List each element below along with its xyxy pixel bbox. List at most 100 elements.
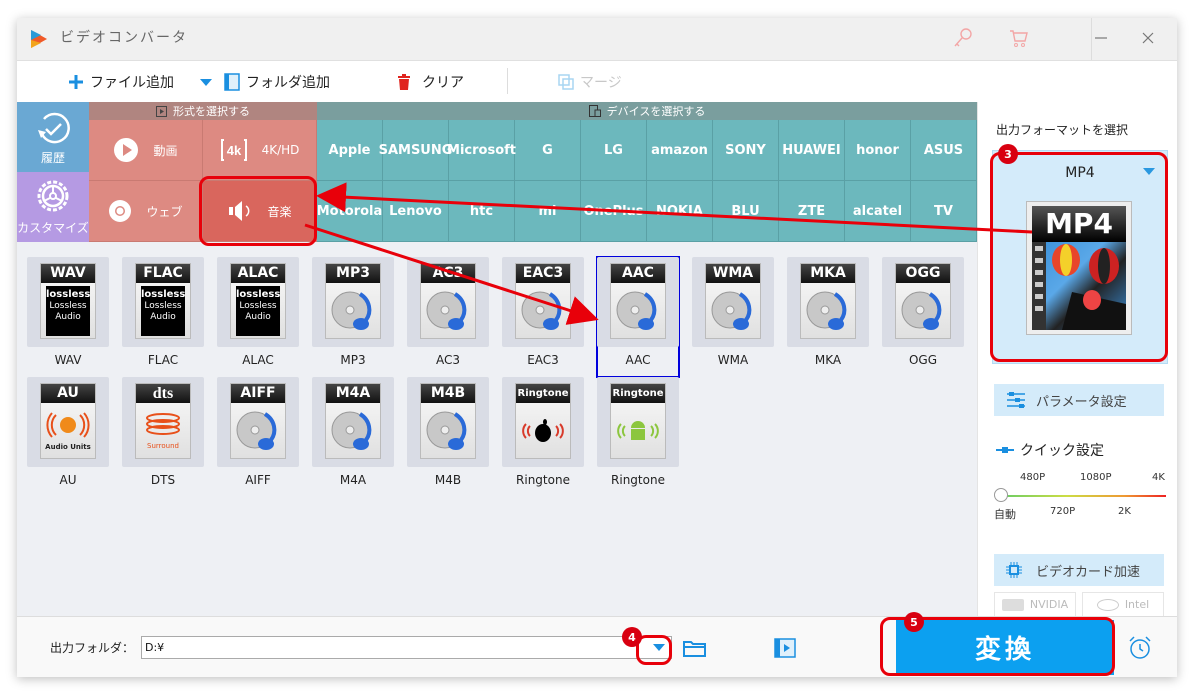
add-folder-label: フォルダ追加 (246, 75, 330, 91)
device-huawei[interactable]: HUAWEI (779, 120, 845, 181)
format-card-alac[interactable]: ALAC lossless Lossless Audio ALAC (217, 257, 299, 377)
clear-button[interactable]: クリア (395, 71, 464, 93)
device-alcatel[interactable]: alcatel (845, 181, 911, 242)
device-tv[interactable]: TV (911, 181, 977, 242)
device-logo-text: mi (538, 203, 557, 219)
format-card-mka[interactable]: MKA MKA (787, 257, 869, 377)
convert-button[interactable]: 変換 (896, 620, 1114, 675)
quality-slider[interactable]: 480P 1080P 4K 自動 720P 2K (994, 472, 1166, 522)
device-amazon[interactable]: amazon (647, 120, 713, 181)
format-card-dts[interactable]: dts Surround DTS (122, 377, 204, 497)
device-nokia[interactable]: NOKIA (647, 181, 713, 242)
output-folder-input[interactable]: D:¥ (141, 636, 672, 659)
folder-film-icon (223, 73, 241, 91)
format-section: 形式を選択する 動画 4k 4K/HD ウェブ 音楽 (89, 102, 317, 242)
format-card-wav[interactable]: WAV lossless Lossless Audio WAV (27, 257, 109, 377)
device-honor[interactable]: honor (845, 120, 911, 181)
chevron-down-icon[interactable] (1143, 168, 1155, 175)
output-panel: 出力フォーマットを選択 MP4 MP4 パラメータ設定 クイック設定 480P … (977, 102, 1177, 617)
slider-track[interactable] (1000, 495, 1166, 497)
slider-knob[interactable] (994, 488, 1008, 502)
parameter-settings-button[interactable]: パラメータ設定 (994, 384, 1164, 416)
close-icon[interactable] (1136, 26, 1160, 50)
format-section-header: 形式を選択する (89, 102, 317, 120)
format-card-ringtone[interactable]: Ringtone Ringtone (597, 377, 679, 497)
tick-4k: 4K (1152, 472, 1165, 483)
format-4k-hd[interactable]: 4k 4K/HD (203, 120, 317, 181)
device-sony[interactable]: SONY (713, 120, 779, 181)
minimize-icon[interactable] (1089, 26, 1113, 50)
format-card-au[interactable]: AU Audio Units AU (27, 377, 109, 497)
intel-toggle[interactable]: Intel (1082, 592, 1164, 617)
music-disc-icon (806, 291, 847, 330)
merge-icon (557, 73, 575, 91)
step-badge-5: 5 (904, 612, 924, 632)
customize-tile[interactable]: カスタマイズ (17, 172, 89, 242)
add-file-dropdown[interactable] (197, 71, 215, 93)
device-asus[interactable]: ASUS (911, 120, 977, 181)
format-card-ringtone[interactable]: Ringtone Ringtone (502, 377, 584, 497)
format-card-flac[interactable]: FLAC lossless Lossless Audio FLAC (122, 257, 204, 377)
open-folder-icon[interactable] (683, 639, 707, 657)
device-logo-text: ZTE (797, 203, 826, 219)
history-tile[interactable]: 履歴 (17, 102, 89, 172)
format-web[interactable]: ウェブ (89, 181, 203, 242)
device-mi[interactable]: mi (515, 181, 581, 242)
output-format-selector[interactable]: MP4 MP4 (992, 150, 1168, 364)
device-microsoft[interactable]: Microsoft (447, 120, 516, 181)
step-badge-4: 4 (622, 627, 642, 647)
format-card-m4b[interactable]: M4B M4B (407, 377, 489, 497)
window-title: ビデオコンバータ (60, 30, 188, 46)
format-card-eac3[interactable]: EAC3 EAC3 (502, 257, 584, 377)
device-zte[interactable]: ZTE (779, 181, 845, 242)
key-icon[interactable] (951, 26, 975, 50)
device-lg[interactable]: LG (581, 120, 647, 181)
format-card-aiff[interactable]: AIFF AIFF (217, 377, 299, 497)
format-card-ogg[interactable]: OGG OGG (882, 257, 964, 377)
format-file-icon: EAC3 (515, 263, 571, 339)
format-file-icon: M4A (325, 383, 381, 459)
format-area: 履歴 カスタマイズ 形式を選択する 動画 4k 4K/HD ウェブ 音楽 デバイ… (17, 102, 977, 616)
music-disc-icon (236, 411, 277, 450)
device-motorola[interactable]: Motorola (317, 181, 383, 242)
format-label: Ringtone (611, 473, 665, 487)
device-g[interactable]: G (515, 120, 581, 181)
device-oneplus[interactable]: OnePlus (581, 181, 647, 242)
format-card-m4a[interactable]: M4A M4A (312, 377, 394, 497)
format-music[interactable]: 音楽 (203, 181, 317, 242)
device-blu[interactable]: BLU (713, 181, 779, 242)
format-thumbnail: M4A (312, 377, 394, 467)
add-file-button[interactable]: ファイル追加 (67, 71, 174, 93)
add-folder-button[interactable]: フォルダ追加 (223, 71, 330, 93)
music-disc-icon (521, 291, 562, 330)
device-lenovo[interactable]: Lenovo (383, 181, 449, 242)
quick-settings-title: クイック設定 (996, 440, 1104, 460)
cart-icon[interactable] (1007, 26, 1031, 50)
output-folder-dropdown[interactable] (647, 637, 671, 658)
format-card-wma[interactable]: WMA WMA (692, 257, 774, 377)
format-file-icon: dts Surround (135, 383, 191, 459)
alarm-clock-icon[interactable] (1127, 635, 1153, 661)
format-thumbnail: dts Surround (122, 377, 204, 467)
android-ringtone-icon (617, 421, 659, 440)
tick-720p: 720P (1050, 506, 1076, 517)
clear-label: クリア (422, 75, 464, 91)
device-logo-text: OnePlus (583, 203, 644, 219)
format-video[interactable]: 動画 (89, 120, 203, 181)
device-apple[interactable]: Apple (317, 120, 383, 181)
format-card-ac3[interactable]: AC3 AC3 (407, 257, 489, 377)
format-card-aac[interactable]: AAC AAC (596, 256, 680, 378)
merge-button[interactable]: マージ (557, 71, 622, 93)
chrome-icon (109, 200, 132, 222)
nvidia-toggle[interactable]: NVIDIA (994, 592, 1076, 617)
device-logo-text: HUAWEI (782, 142, 841, 158)
device-logo-text: Microsoft (447, 142, 516, 158)
video-folder-icon[interactable] (774, 638, 796, 658)
format-file-icon: OGG (895, 263, 951, 339)
music-disc-icon (616, 291, 657, 330)
device-samsung[interactable]: SAMSUNG (379, 120, 452, 181)
device-icon (588, 105, 601, 117)
gpu-acceleration-button[interactable]: ビデオカード加速 (994, 554, 1164, 586)
device-htc[interactable]: htc (449, 181, 515, 242)
format-card-mp3[interactable]: MP3 MP3 (312, 257, 394, 377)
